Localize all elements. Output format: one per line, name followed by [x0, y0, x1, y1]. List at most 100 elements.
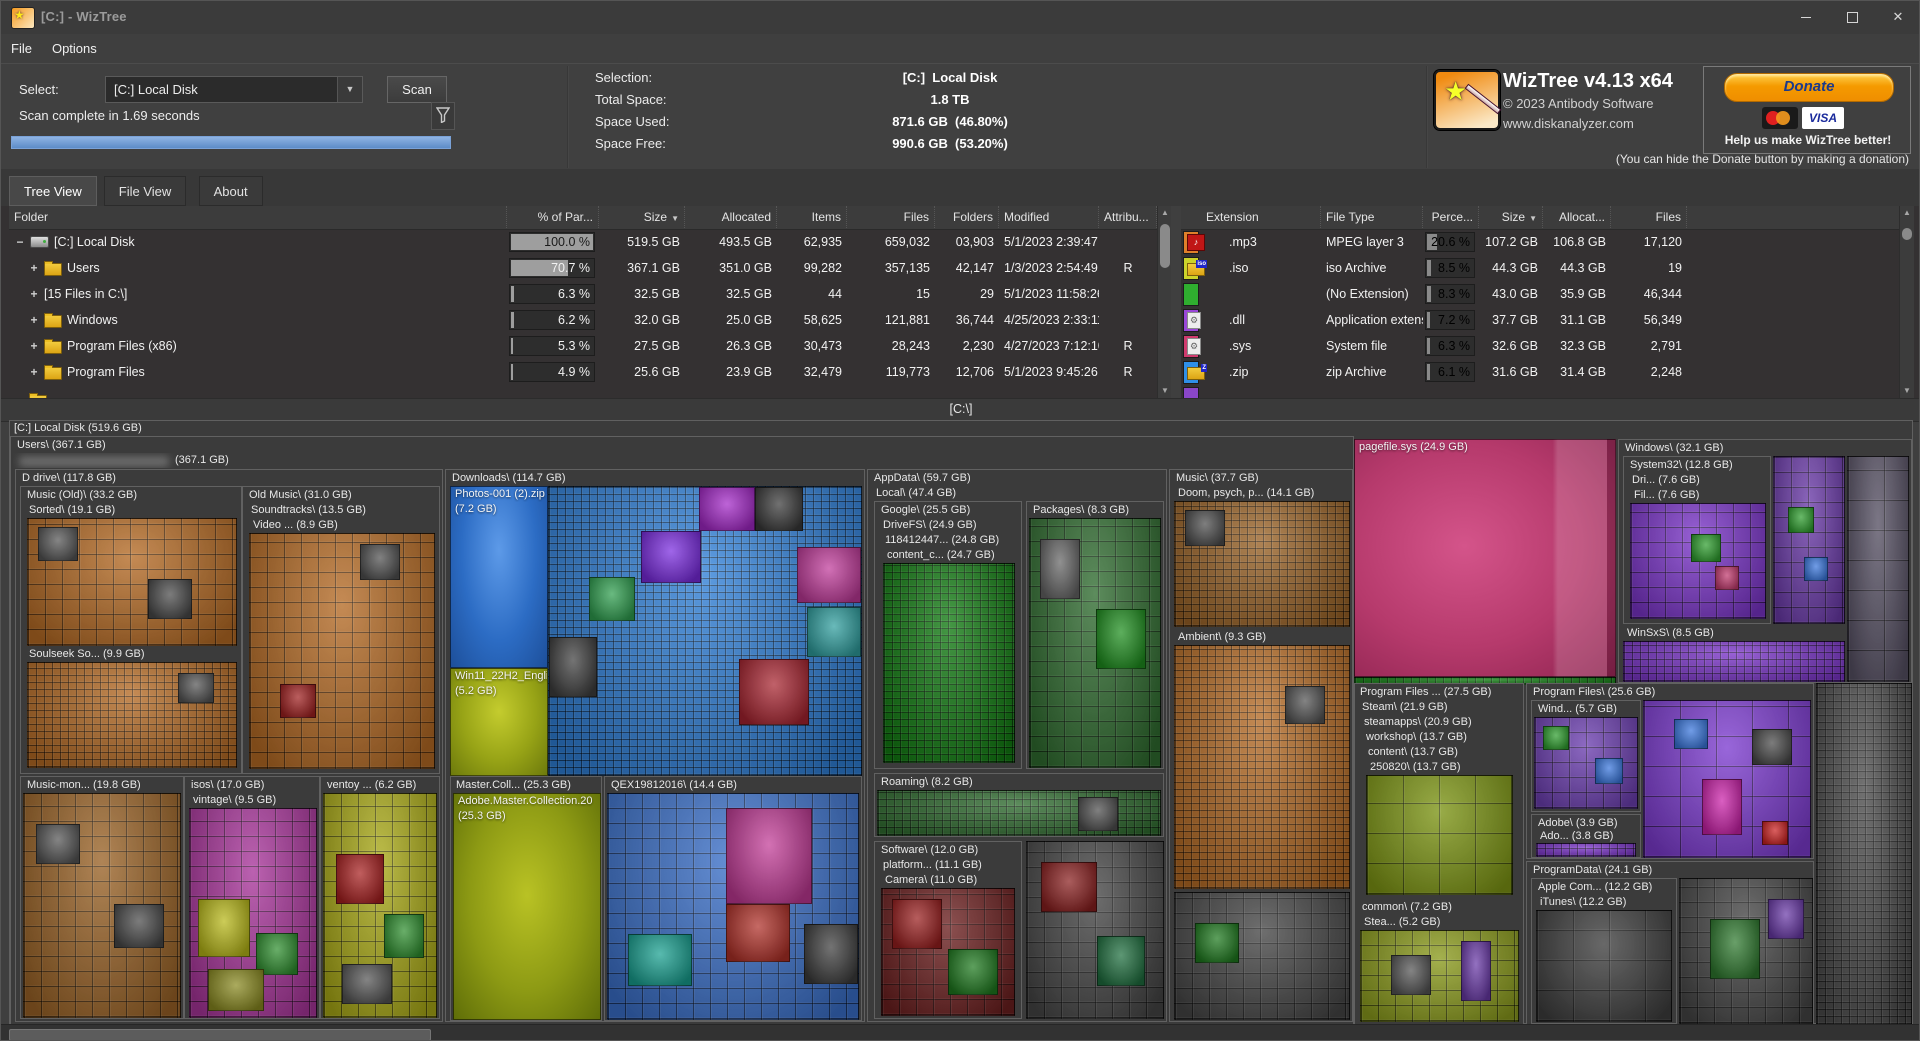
treemap-block[interactable] [342, 964, 392, 1004]
expand-icon[interactable]: + [29, 255, 39, 281]
treemap-block-photos-zip[interactable]: Photos-001 (2).zip(7.2 GB) [450, 486, 548, 668]
treemap-label[interactable]: AppData\ (59.7 GB) [870, 471, 1164, 486]
treemap-block[interactable] [641, 531, 701, 583]
treemap-label[interactable]: Program Files\ (25.6 GB) [1529, 685, 1811, 700]
drive-select-dropdown[interactable]: [C:] Local Disk ▼ [105, 76, 363, 103]
treemap-block[interactable] [1804, 557, 1828, 581]
treemap-block[interactable] [1185, 510, 1225, 546]
treemap-label[interactable]: Downloads\ (114.7 GB) [448, 471, 862, 486]
treemap-label[interactable]: platform... (11.1 GB) [879, 858, 1017, 873]
chevron-down-icon[interactable]: ▼ [337, 77, 362, 102]
maximize-button[interactable] [1829, 1, 1875, 33]
treemap-mosaic[interactable] [1623, 641, 1845, 682]
treemap-region-isos[interactable]: isos\ (17.0 GB)vintage\ (9.5 GB) [184, 776, 320, 1019]
treemap-label[interactable]: Music (Old)\ (33.2 GB) [23, 488, 239, 503]
treemap-mosaic[interactable] [1536, 910, 1672, 1022]
treemap-block[interactable] [1788, 507, 1814, 533]
treemap-block[interactable] [1762, 821, 1788, 845]
folder-scrollbar-thumb[interactable] [1160, 224, 1170, 268]
treemap-mosaic[interactable] [1643, 700, 1811, 858]
treemap-label[interactable]: Software\ (12.0 GB) [877, 843, 1019, 858]
treemap-label[interactable]: Doom, psych, p... (14.1 GB) [1174, 486, 1350, 501]
treemap-mosaic[interactable] [548, 486, 862, 776]
title-bar[interactable]: [C:] - WizTree ✕ [1, 1, 1920, 35]
treemap-mosaic[interactable] [1679, 878, 1813, 1024]
treemap-block[interactable] [1691, 534, 1721, 562]
treemap-block[interactable] [1096, 609, 1146, 669]
treemap-mosaic[interactable] [1174, 501, 1350, 627]
treemap-block[interactable] [1543, 726, 1569, 750]
treemap-label[interactable]: Fil... (7.6 GB) [1630, 488, 1726, 503]
treemap-region-downloads[interactable]: Downloads\ (114.7 GB)Photos-001 (2).zip(… [445, 469, 865, 1022]
treemap-block[interactable] [1461, 941, 1491, 1001]
treemap-block[interactable] [1040, 539, 1080, 599]
treemap-block[interactable] [1195, 923, 1239, 963]
extension-scrollbar-thumb[interactable] [1902, 228, 1912, 240]
treemap-label[interactable]: Wind... (5.7 GB) [1534, 702, 1638, 717]
treemap-label[interactable]: iTunes\ (12.2 GB) [1536, 895, 1672, 910]
treemap-block[interactable] [726, 904, 790, 962]
treemap-region-google[interactable]: Google\ (25.5 GB)DriveFS\ (24.9 GB)11841… [874, 501, 1022, 769]
bottom-scrollbar[interactable] [1, 1024, 1920, 1041]
treemap-label[interactable]: steamapps\ (20.9 GB) [1360, 715, 1519, 730]
column-header-folders[interactable]: Folders [935, 206, 999, 228]
column-header-size[interactable]: Size▼ [1479, 206, 1543, 228]
collapse-icon[interactable]: − [15, 229, 25, 255]
expand-icon[interactable]: + [29, 333, 39, 359]
treemap-mosaic[interactable] [1366, 775, 1513, 895]
treemap-mosaic[interactable] [1029, 518, 1161, 768]
treemap-label[interactable]: Soulseek So... (9.9 GB) [25, 647, 237, 662]
treemap-block[interactable] [1715, 566, 1739, 590]
treemap-block[interactable] [739, 659, 809, 725]
treemap-label[interactable]: isos\ (17.0 GB) [187, 778, 317, 793]
treemap-label[interactable]: Video ... (8.9 GB) [249, 518, 399, 533]
tab-file-view[interactable]: File View [104, 176, 187, 206]
menu-options[interactable]: Options [42, 34, 107, 63]
treemap-label[interactable]: Adobe\ (3.9 GB) [1534, 816, 1638, 830]
donate-button[interactable]: Donate [1724, 73, 1894, 102]
treemap-block[interactable] [360, 544, 400, 580]
table-row[interactable]: .isoisoiso Archive8.5 %44.3 GB44.3 GB19 [1181, 255, 1899, 281]
treemap-mosaic[interactable] [27, 662, 237, 768]
treemap-label[interactable]: Sorted\ (19.1 GB) [25, 503, 237, 518]
treemap-region-windows-sub[interactable]: Wind... (5.7 GB) [1531, 700, 1641, 812]
table-row[interactable]: .mp3♪MPEG layer 320.6 %107.2 GB106.8 GB1… [1181, 229, 1899, 255]
treemap-label[interactable]: Steam\ (21.9 GB) [1358, 700, 1521, 715]
bottom-scrollbar-thumb[interactable] [9, 1029, 431, 1041]
treemap-mosaic[interactable] [1630, 503, 1766, 619]
treemap-block[interactable] [1285, 686, 1325, 724]
treemap-label[interactable]: Ado... (3.8 GB) [1536, 829, 1636, 843]
treemap-block[interactable] [1674, 719, 1708, 749]
treemap-label[interactable]: System32\ (12.8 GB) [1626, 458, 1768, 473]
table-row[interactable]: +[15 Files in C:\]6.3 %32.5 GB32.5 GB441… [9, 281, 1157, 307]
treemap-label[interactable]: Local\ (47.4 GB) [872, 486, 1164, 501]
treemap-block[interactable] [726, 808, 812, 904]
treemap-block[interactable] [1097, 936, 1145, 986]
treemap-block-pagefile[interactable]: pagefile.sys (24.9 GB) [1354, 439, 1616, 677]
treemap-block[interactable] [549, 637, 597, 697]
treemap-mosaic[interactable] [1534, 717, 1638, 809]
treemap-mosaic[interactable] [189, 808, 317, 1018]
treemap-mosaic[interactable] [249, 533, 435, 769]
treemap-label[interactable]: vintage\ (9.5 GB) [189, 793, 317, 808]
website-link[interactable]: www.diskanalyzer.com [1503, 116, 1634, 131]
treemap-region-qex[interactable]: QEX19812016\ (14.4 GB) [604, 776, 862, 1021]
treemap-block[interactable] [114, 904, 164, 948]
table-row[interactable]: +Program Files (x86)5.3 %27.5 GB26.3 GB3… [9, 333, 1157, 359]
treemap-mosaic[interactable] [1847, 456, 1909, 682]
close-button[interactable]: ✕ [1875, 1, 1920, 33]
treemap-block[interactable] [1595, 758, 1623, 784]
treemap-region-music-mon[interactable]: Music-mon... (19.8 GB) [20, 776, 184, 1019]
treemap-region-music[interactable]: Music\ (37.7 GB)Doom, psych, p... (14.1 … [1169, 469, 1353, 1022]
treemap-block[interactable] [755, 487, 803, 531]
treemap-mosaic[interactable] [27, 518, 237, 646]
treemap-label[interactable]: ventoy ... (6.2 GB) [323, 778, 437, 793]
treemap-block[interactable] [797, 547, 861, 603]
treemap-block[interactable] [804, 924, 858, 984]
column-header-attribu[interactable]: Attribu... [1099, 206, 1157, 228]
treemap-label[interactable]: Program Files ... (27.5 GB) [1356, 685, 1523, 700]
table-row[interactable]: (No Extension)8.3 %43.0 GB35.9 GB46,344 [1181, 281, 1899, 307]
treemap-block[interactable] [948, 949, 998, 995]
treemap-label[interactable]: 118412447... (24.8 GB) [881, 533, 1017, 548]
treemap-label[interactable]: Dri... (7.6 GB) [1628, 473, 1728, 488]
